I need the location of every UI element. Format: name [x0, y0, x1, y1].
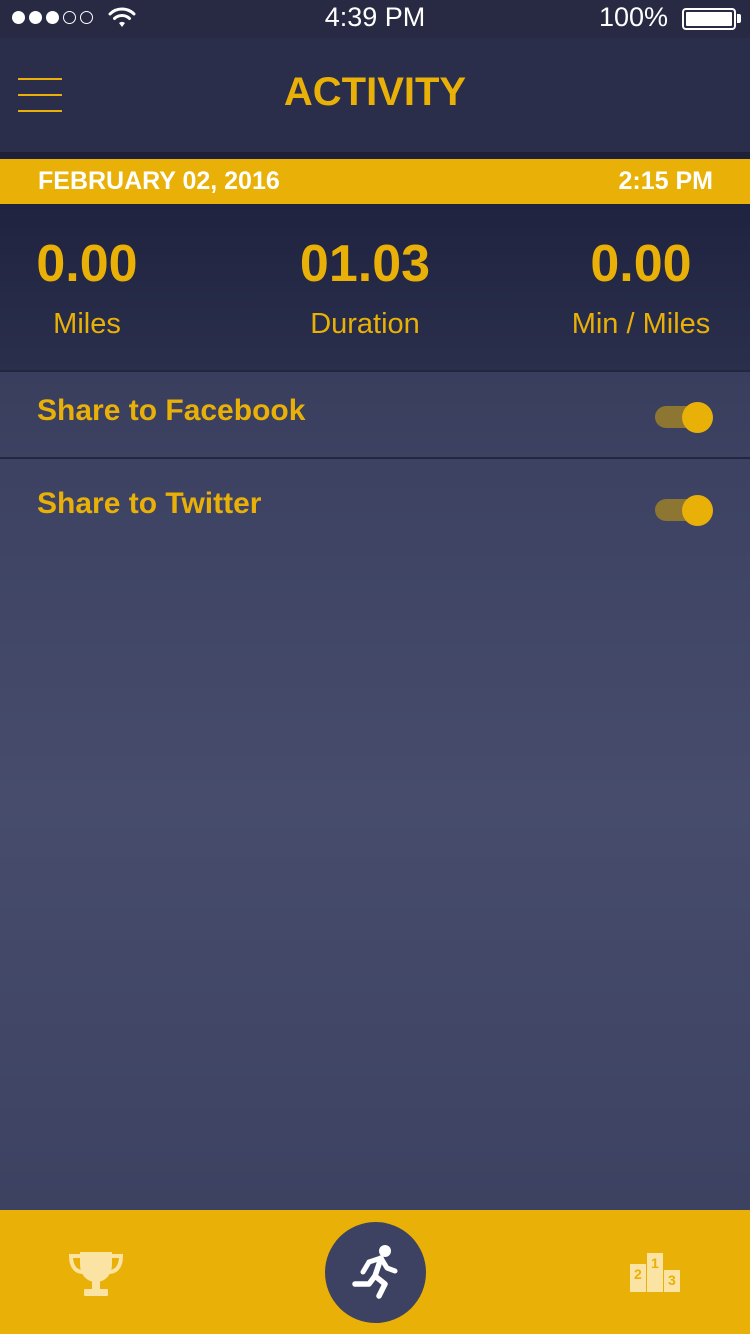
- stat-value: 01.03: [299, 235, 431, 293]
- stat-value: 0.00: [36, 235, 138, 293]
- activity-time: 2:15 PM: [618, 167, 713, 195]
- date-bar: FEBRUARY 02, 2016 2:15 PM: [0, 159, 750, 204]
- podium-rank-1: 1: [651, 1255, 659, 1271]
- nav-bar: ACTIVITY: [0, 38, 750, 152]
- running-icon[interactable]: [325, 1222, 426, 1323]
- stat-value: 0.00: [590, 235, 692, 293]
- share-facebook-row: Share to Facebook: [0, 372, 750, 458]
- tab-bar: 2 1 3: [0, 1210, 750, 1334]
- share-facebook-label: Share to Facebook: [37, 394, 306, 427]
- stat-label: Miles: [53, 308, 121, 340]
- podium-rank-2: 2: [634, 1266, 642, 1282]
- stats-panel: 0.00 Miles 01.03 Duration 0.00 Min / Mil…: [0, 204, 750, 370]
- leaderboard-podium-icon[interactable]: 2 1 3: [628, 1250, 684, 1296]
- share-twitter-row: Share to Twitter: [0, 465, 750, 551]
- stat-label: Min / Miles: [571, 308, 711, 340]
- page-title: ACTIVITY: [283, 70, 467, 114]
- divider: [0, 457, 750, 459]
- share-twitter-label: Share to Twitter: [37, 487, 262, 520]
- share-facebook-toggle[interactable]: [655, 400, 715, 434]
- share-twitter-toggle[interactable]: [655, 493, 715, 527]
- header-separator: [0, 152, 750, 159]
- activity-date: FEBRUARY 02, 2016: [38, 167, 280, 195]
- stat-label: Duration: [310, 308, 420, 340]
- status-bar: 4:39 PM 100%: [0, 0, 750, 38]
- battery-icon: [682, 8, 736, 30]
- trophy-icon[interactable]: [68, 1248, 124, 1298]
- battery-percentage: 100%: [598, 2, 668, 32]
- podium-rank-3: 3: [668, 1272, 676, 1288]
- battery-tip: [737, 14, 741, 23]
